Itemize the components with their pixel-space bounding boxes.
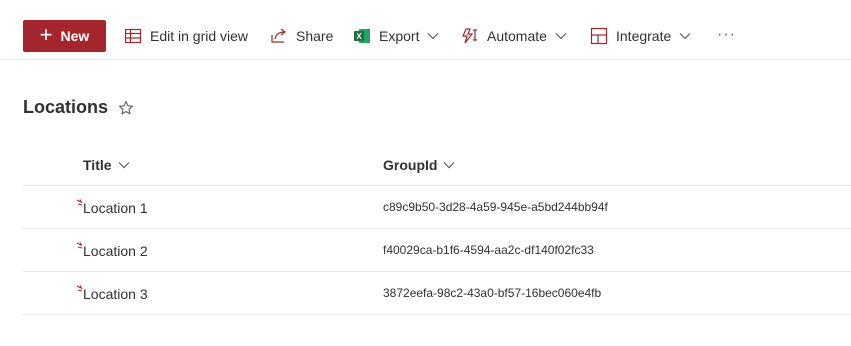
more-button[interactable]: ··· xyxy=(717,26,736,44)
share-label: Share xyxy=(296,28,334,44)
groupid-cell: f40029ca-b1f6-4594-aa2c-df140f02fc33 xyxy=(383,243,594,257)
new-button-label: New xyxy=(60,28,90,44)
export-label: Export xyxy=(379,28,420,44)
excel-icon: X xyxy=(353,27,371,45)
chevron-down-icon xyxy=(118,161,130,169)
title-cell[interactable]: Location 2 xyxy=(83,243,148,259)
table-row[interactable]: Location 3 3872eefa-98c2-43a0-bf57-16bec… xyxy=(23,272,851,315)
groupid-cell: 3872eefa-98c2-43a0-bf57-16bec060e4fb xyxy=(383,286,602,300)
title-cell[interactable]: Location 1 xyxy=(83,200,148,216)
integrate-button[interactable]: Integrate xyxy=(590,20,691,52)
share-button[interactable]: Share xyxy=(270,20,333,52)
column-header-groupid[interactable]: GroupId xyxy=(383,145,455,185)
page-title: Locations xyxy=(23,97,134,118)
export-button[interactable]: X Export xyxy=(353,20,439,52)
chevron-down-icon xyxy=(679,32,691,40)
plus-icon: + xyxy=(39,22,53,47)
table-row[interactable]: Location 1 c89c9b50-3d28-4a59-945e-a5bd2… xyxy=(23,186,851,229)
column-header-label: Title xyxy=(83,157,112,173)
integrate-label: Integrate xyxy=(616,28,672,44)
automate-button[interactable]: Automate xyxy=(461,20,567,52)
star-icon[interactable] xyxy=(118,100,134,116)
groupid-cell: c89c9b50-3d28-4a59-945e-a5bd244bb94f xyxy=(383,200,608,214)
chevron-down-icon xyxy=(427,32,439,40)
edit-grid-view-button[interactable]: Edit in grid view xyxy=(124,20,248,52)
chevron-down-icon xyxy=(555,32,567,40)
automate-label: Automate xyxy=(487,28,547,44)
column-header-title[interactable]: Title xyxy=(83,145,130,185)
title-cell[interactable]: Location 3 xyxy=(83,286,148,302)
edit-grid-view-label: Edit in grid view xyxy=(150,28,249,44)
share-icon xyxy=(270,27,288,45)
integrate-icon xyxy=(590,27,608,45)
column-header-label: GroupId xyxy=(383,157,438,173)
command-bar: + New Edit in grid view Share X Export A… xyxy=(0,0,851,60)
flow-icon xyxy=(461,27,479,45)
list-title: Locations xyxy=(23,97,109,117)
chevron-down-icon xyxy=(443,161,455,169)
table-row[interactable]: Location 2 f40029ca-b1f6-4594-aa2c-df140… xyxy=(23,229,851,272)
svg-text:X: X xyxy=(356,32,362,41)
grid-icon xyxy=(124,27,142,45)
new-button[interactable]: + New xyxy=(23,20,106,52)
